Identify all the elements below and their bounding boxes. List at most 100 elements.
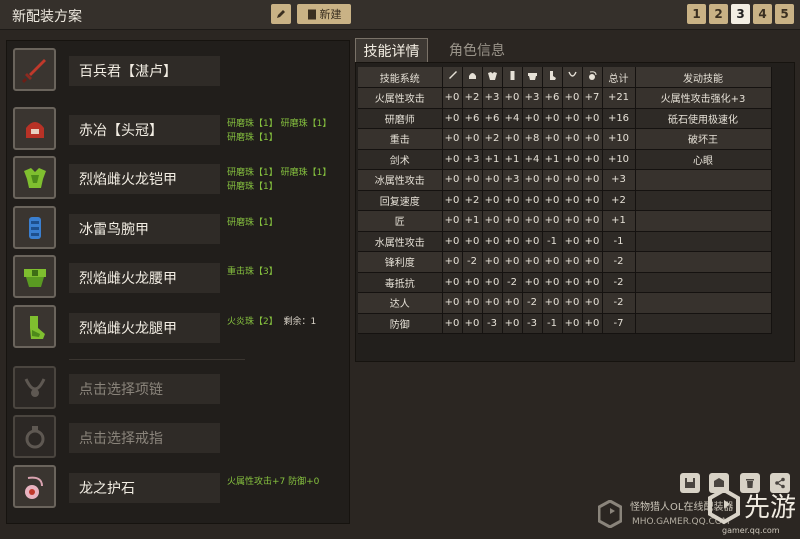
skill-value-cell: -2 xyxy=(462,251,483,273)
skill-value-cell: +3 xyxy=(502,169,523,191)
skill-detail-panel: 技能系统 总计 发动技能 火属性攻击 +0 +2 +3 +0 +3 +6 +0 +7 +21 火属性… xyxy=(355,62,795,362)
skill-value-cell: +0 xyxy=(522,231,543,252)
tab-skill-detail[interactable]: 技能详情 xyxy=(355,38,428,62)
page-button-4[interactable]: 4 xyxy=(753,4,772,24)
skill-value-cell: +0 xyxy=(502,292,523,314)
skill-trigger-cell: 砥石使用极速化 xyxy=(635,108,772,129)
skill-value-cell: +0 xyxy=(582,292,603,314)
section-divider xyxy=(69,359,245,360)
necklace-placeholder[interactable]: 点击选择项链 xyxy=(69,374,220,404)
skill-value-cell: +0 xyxy=(582,108,603,129)
sword-icon xyxy=(21,58,46,83)
waist-slot-icon-box[interactable] xyxy=(13,255,56,298)
save-button[interactable] xyxy=(680,473,700,493)
skill-total-cell: +1 xyxy=(602,210,636,232)
skill-value-cell: +4 xyxy=(502,108,523,129)
table-row: 达人 +0 +0 +0 +0 -2 +0 +0 +0 -2 xyxy=(358,292,772,314)
col-necklace-icon xyxy=(562,67,583,88)
skill-table-body: 火属性攻击 +0 +2 +3 +0 +3 +6 +0 +7 +21 火属性攻击强化+3 研磨师 +0 +6… xyxy=(358,87,772,334)
skill-value-cell: +0 xyxy=(562,272,583,293)
top-bar: 新配装方案 新建 1 2 3 4 5 xyxy=(0,0,800,30)
waist-jewels: 重击珠【3】 xyxy=(227,265,343,279)
weapon-slot-icon-box[interactable] xyxy=(13,48,56,91)
new-plan-label: 新建 xyxy=(319,8,342,21)
skill-value-cell: +7 xyxy=(582,87,603,109)
ring-slot-icon-box[interactable] xyxy=(13,415,56,458)
skill-value-cell: +0 xyxy=(502,210,523,232)
legs-slot-icon-box[interactable] xyxy=(13,305,56,348)
ring-placeholder[interactable]: 点击选择戒指 xyxy=(69,423,220,453)
skill-value-cell: +0 xyxy=(542,272,563,293)
page-button-3[interactable]: 3 xyxy=(731,4,750,24)
skill-name-cell: 锋利度 xyxy=(358,251,443,273)
talisman-slot-icon-box[interactable] xyxy=(13,465,56,508)
skill-value-cell: +0 xyxy=(442,292,463,314)
weapon-name[interactable]: 百兵君【湛卢】 xyxy=(69,56,220,86)
skill-value-cell: +6 xyxy=(482,108,503,129)
skill-value-cell: +0 xyxy=(562,292,583,314)
accessory-slot-talisman[interactable]: 龙之护石 火属性攻击+7 防御+0 xyxy=(13,465,343,509)
header-total: 总计 xyxy=(602,67,636,88)
skill-value-cell: +0 xyxy=(522,108,543,129)
chest-jewels: 研磨珠【1】 研磨珠【1】 研磨珠【1】 xyxy=(227,166,343,194)
talisman-name[interactable]: 龙之护石 xyxy=(69,473,220,503)
chest-armor-icon xyxy=(23,167,46,188)
edit-title-button[interactable] xyxy=(271,4,291,24)
skill-value-cell: -2 xyxy=(522,292,543,314)
head-armor-name[interactable]: 赤冶【头冠】 xyxy=(69,115,220,145)
chest-armor-name[interactable]: 烈焰雌火龙铠甲 xyxy=(69,164,220,194)
skill-trigger-cell xyxy=(635,251,772,273)
arms-armor-name[interactable]: 冰雷鸟腕甲 xyxy=(69,214,220,244)
skill-value-cell: +3 xyxy=(482,87,503,109)
equip-slot-arms[interactable]: 冰雷鸟腕甲 研磨珠【1】 xyxy=(13,206,343,250)
skill-value-cell: +0 xyxy=(442,231,463,252)
skill-value-cell: +6 xyxy=(542,87,563,109)
skill-value-cell: +0 xyxy=(442,210,463,232)
page-button-2[interactable]: 2 xyxy=(709,4,728,24)
skill-total-cell: +2 xyxy=(602,190,636,211)
skill-value-cell: +0 xyxy=(562,169,583,191)
arms-slot-icon-box[interactable] xyxy=(13,206,56,249)
skill-value-cell: +0 xyxy=(562,190,583,211)
equip-slot-legs[interactable]: 烈焰雌火龙腿甲 火炎珠【2】 剩余：1 xyxy=(13,305,343,349)
skill-value-cell: +0 xyxy=(442,251,463,273)
necklace-slot-icon-box[interactable] xyxy=(13,366,56,409)
col-legs-icon xyxy=(542,67,563,88)
equip-slot-head[interactable]: 赤冶【头冠】 研磨珠【1】 研磨珠【1】 研磨珠【1】 xyxy=(13,107,343,151)
armor-set-builder: 新配装方案 新建 1 2 3 4 5 百兵君【湛卢】 赤冶【头冠】 研磨珠【1】… xyxy=(0,0,800,539)
waist-armor-name[interactable]: 烈焰雌火龙腰甲 xyxy=(69,263,220,293)
page-button-1[interactable]: 1 xyxy=(687,4,706,24)
skill-value-cell: +3 xyxy=(462,149,483,170)
leg-armor-name[interactable]: 烈焰雌火龙腿甲 xyxy=(69,313,220,343)
watermark-brand-logo: 先游 xyxy=(708,487,796,525)
skill-value-cell: +0 xyxy=(462,272,483,293)
tab-character-info[interactable]: 角色信息 xyxy=(437,38,517,62)
skill-value-cell: +0 xyxy=(582,251,603,273)
skill-total-cell: -7 xyxy=(602,313,636,334)
skill-name-cell: 匠 xyxy=(358,210,443,232)
equip-slot-weapon[interactable]: 百兵君【湛卢】 xyxy=(13,48,343,92)
watermark-url: gamer.qq.com xyxy=(722,526,780,535)
equipment-panel: 百兵君【湛卢】 赤冶【头冠】 研磨珠【1】 研磨珠【1】 研磨珠【1】 烈焰雌火… xyxy=(6,40,350,524)
table-row: 剑术 +0 +3 +1 +1 +4 +1 +0 +0 +10 心眼 xyxy=(358,149,772,170)
skill-value-cell: +2 xyxy=(462,190,483,211)
accessory-slot-necklace[interactable]: 点击选择项链 xyxy=(13,366,343,410)
skill-value-cell: +0 xyxy=(542,108,563,129)
skill-value-cell: +0 xyxy=(582,190,603,211)
new-plan-button[interactable]: 新建 xyxy=(297,4,351,24)
skill-trigger-cell xyxy=(635,313,772,334)
skill-value-cell: +0 xyxy=(562,128,583,150)
equip-slot-chest[interactable]: 烈焰雌火龙铠甲 研磨珠【1】 研磨珠【1】 研磨珠【1】 xyxy=(13,156,343,200)
equip-slot-waist[interactable]: 烈焰雌火龙腰甲 重击珠【3】 xyxy=(13,255,343,299)
head-slot-icon-box[interactable] xyxy=(13,107,56,150)
chest-slot-icon-box[interactable] xyxy=(13,156,56,199)
col-waist-icon xyxy=(522,67,543,88)
skill-value-cell: +1 xyxy=(462,210,483,232)
skill-trigger-cell: 心眼 xyxy=(635,149,772,170)
accessory-slot-ring[interactable]: 点击选择戒指 xyxy=(13,415,343,459)
skill-value-cell: +4 xyxy=(522,149,543,170)
skill-value-cell: +0 xyxy=(582,272,603,293)
skill-total-cell: -2 xyxy=(602,292,636,314)
page-button-5[interactable]: 5 xyxy=(775,4,794,24)
skill-value-cell: -1 xyxy=(542,313,563,334)
